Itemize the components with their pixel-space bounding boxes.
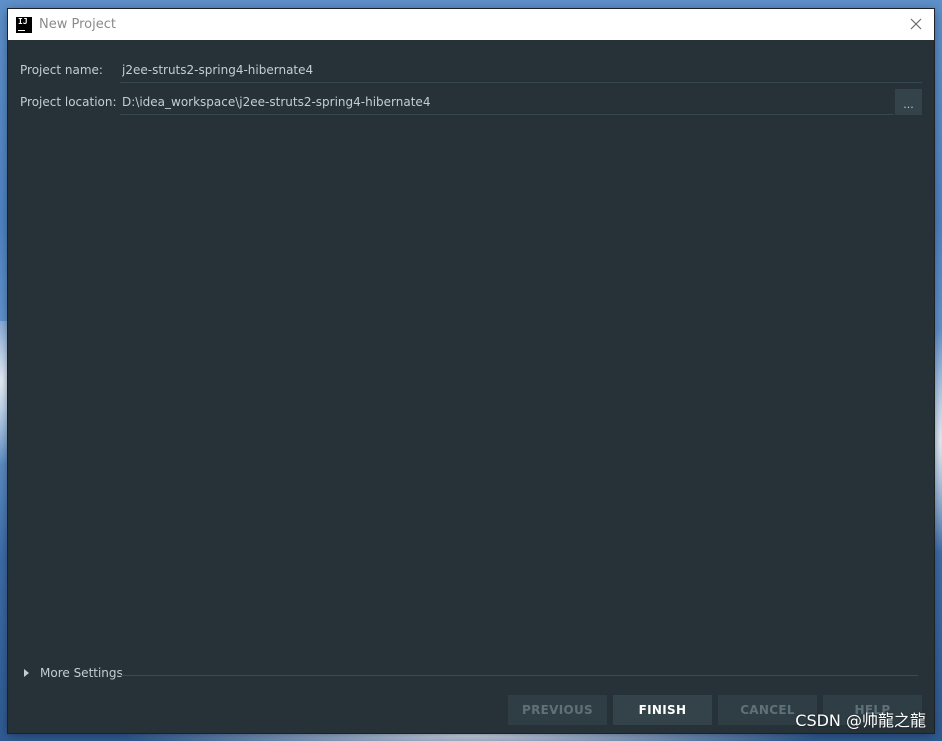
dialog-content: Project name: Project location: ... More… <box>8 40 934 733</box>
new-project-dialog: IJ New Project Project name: Project loc… <box>8 9 934 733</box>
more-settings-divider <box>120 675 918 676</box>
finish-button[interactable]: FINISH <box>613 695 712 725</box>
csdn-watermark: CSDN @帅龍之龍 <box>795 711 926 730</box>
browse-location-button[interactable]: ... <box>895 89 922 115</box>
close-button[interactable] <box>906 14 926 34</box>
more-settings-toggle[interactable]: More Settings <box>24 666 123 680</box>
project-location-label: Project location: <box>20 95 117 109</box>
previous-button[interactable]: PREVIOUS <box>508 695 607 725</box>
title-bar: IJ New Project <box>8 9 934 40</box>
project-name-row: Project name: <box>20 57 922 83</box>
intellij-app-icon: IJ <box>16 16 32 33</box>
window-title: New Project <box>39 17 116 32</box>
project-location-input[interactable] <box>120 89 894 115</box>
more-settings-label: More Settings <box>40 666 123 680</box>
project-name-label: Project name: <box>20 63 103 77</box>
project-location-row: Project location: <box>20 89 895 115</box>
project-name-input[interactable] <box>120 57 922 83</box>
close-icon <box>910 18 922 30</box>
expand-triangle-icon <box>24 669 29 677</box>
